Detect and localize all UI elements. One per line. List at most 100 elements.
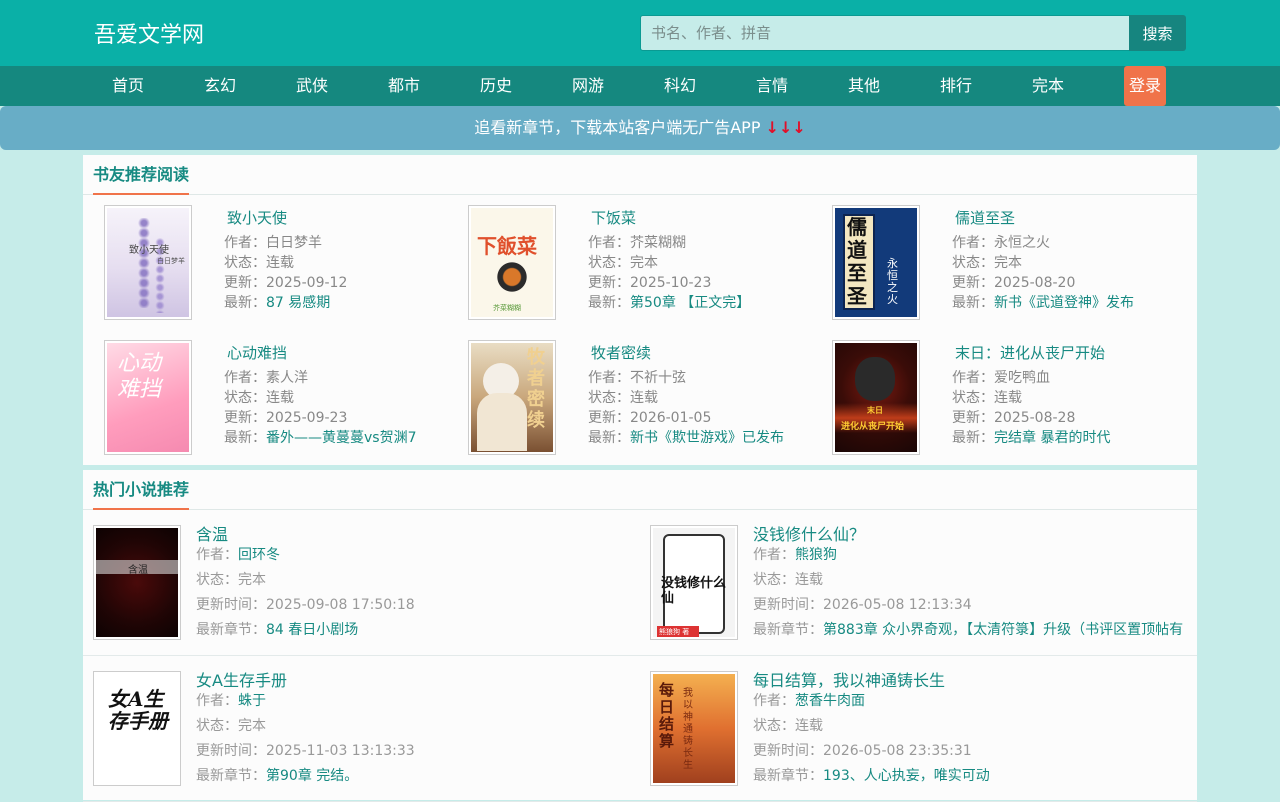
update-value: 2025-10-23 (630, 275, 712, 291)
book-author: 作者：芥菜糊糊 (588, 232, 686, 252)
nav-item-paihang[interactable]: 排行 (910, 66, 1002, 106)
author-link[interactable]: 熊狼狗 (795, 547, 837, 563)
hot-panel: 热门小说推荐 含温 含温 作者：回环冬 状态：完本 更新时间：2025-09-0… (83, 470, 1197, 802)
latest-chapter-link[interactable]: 第883章 众小界奇观，【太清符箓】升级（书评区置顶帖有 (823, 622, 1183, 638)
status-label: 状态： (753, 718, 795, 734)
book-updated: 更新：2026-01-05 (588, 407, 711, 427)
update-label: 更新时间： (196, 743, 266, 759)
book-title[interactable]: 心动难挡 (227, 342, 287, 363)
update-label: 更新时间： (196, 597, 266, 613)
nav-item-wanben[interactable]: 完本 (1002, 66, 1094, 106)
status-value: 完本 (994, 255, 1022, 271)
book-cover[interactable]: 没钱修什么仙 熊狼狗 著 (650, 525, 738, 640)
status-label: 状态： (224, 255, 266, 271)
latest-label: 最新章节： (753, 768, 823, 784)
book-title[interactable]: 牧者密续 (591, 342, 651, 363)
author-link[interactable]: 葱香牛肉面 (795, 693, 865, 709)
book-latest: 最新章节：第90章 完结。 (196, 765, 358, 785)
latest-label: 最新： (952, 295, 994, 311)
latest-chapter-link[interactable]: 新书《欺世游戏》已发布 (630, 430, 784, 446)
author-value: 永恒之火 (994, 235, 1050, 251)
latest-chapter-link[interactable]: 完结章 暴君的时代 (994, 430, 1110, 446)
latest-chapter-link[interactable]: 第50章 【正文完】 (630, 295, 750, 311)
search-button[interactable]: 搜索 (1129, 15, 1186, 51)
book-cover[interactable]: 末日 进化从丧尸开始 (832, 340, 920, 455)
book-title[interactable]: 儒道至圣 (955, 207, 1015, 228)
hot-panel-title: 热门小说推荐 (93, 470, 190, 510)
nav-item-xuanhuan[interactable]: 玄幻 (174, 66, 266, 106)
nav-item-dushi[interactable]: 都市 (358, 66, 450, 106)
book-title[interactable]: 含温 (196, 521, 228, 545)
book-cover[interactable]: 牧者密续 (468, 340, 556, 455)
site-logo[interactable]: 吾爱文学网 (94, 17, 204, 49)
latest-label: 最新章节： (753, 622, 823, 638)
author-link[interactable]: 蛛于 (238, 693, 266, 709)
nav-item-qita[interactable]: 其他 (818, 66, 910, 106)
author-label: 作者： (952, 235, 994, 251)
nav-item-wangyou[interactable]: 网游 (542, 66, 634, 106)
book-updated: 更新：2025-08-20 (952, 272, 1075, 292)
latest-chapter-link[interactable]: 第90章 完结。 (266, 768, 358, 784)
cover-title-text: 女A生存手册 (108, 687, 168, 733)
book-cover[interactable]: 心动难挡 (104, 340, 192, 455)
cover-title-text: 心动难挡 (117, 351, 162, 402)
latest-chapter-link[interactable]: 193、人心执妄，唯实可动 (823, 768, 990, 784)
author-value: 不祈十弦 (630, 370, 686, 386)
book-title[interactable]: 每日结算，我以神通铸长生 (753, 667, 945, 691)
cover-title-text: 牧者密续 (527, 347, 545, 431)
search-input[interactable] (640, 15, 1130, 51)
book-status: 状态：连载 (588, 387, 658, 407)
down-arrows-icon: ↓↓↓ (765, 118, 806, 137)
latest-chapter-link[interactable]: 新书《武道登神》发布 (994, 295, 1134, 311)
nav-item-home[interactable]: 首页 (82, 66, 174, 106)
book-cover[interactable]: 每日结算 我以神通铸长生 (650, 671, 738, 786)
book-title[interactable]: 末日：进化从丧尸开始 (955, 342, 1105, 363)
author-label: 作者： (952, 370, 994, 386)
nav-item-yanqing[interactable]: 言情 (726, 66, 818, 106)
hot-book-item: 每日结算 我以神通铸长生 每日结算，我以神通铸长生 作者：葱香牛肉面 状态：连载… (640, 656, 1197, 802)
book-status: 状态：连载 (753, 569, 823, 589)
book-title[interactable]: 没钱修什么仙？ (753, 521, 865, 545)
book-title[interactable]: 女A生存手册 (196, 667, 287, 691)
hot-book-item: 含温 含温 作者：回环冬 状态：完本 更新时间：2025-09-08 17:50… (83, 510, 640, 656)
nav-item-kehuan[interactable]: 科幻 (634, 66, 726, 106)
book-status: 状态：完本 (196, 715, 266, 735)
book-cover[interactable]: 下飯菜 芥菜糊糊 (468, 205, 556, 320)
book-updated: 更新时间：2026-05-08 12:13:34 (753, 594, 972, 614)
hot-panel-header: 热门小说推荐 (83, 470, 1197, 510)
latest-label: 最新： (588, 430, 630, 446)
book-cover[interactable]: 含温 (93, 525, 181, 640)
book-cover[interactable]: 致小天使 白日梦羊 (104, 205, 192, 320)
latest-chapter-link[interactable]: 84 春日小剧场 (266, 622, 358, 638)
status-value: 完本 (238, 718, 266, 734)
cover-title-text: 下飯菜 (477, 234, 537, 258)
author-link[interactable]: 回环冬 (238, 547, 280, 563)
nav-item-wuxia[interactable]: 武侠 (266, 66, 358, 106)
recommend-panel-header: 书友推荐阅读 (83, 155, 1197, 195)
book-status: 状态：完本 (196, 569, 266, 589)
book-cover[interactable]: 儒道至圣 永恒之火 (832, 205, 920, 320)
author-value: 白日梦羊 (266, 235, 322, 251)
book-title[interactable]: 致小天使 (227, 207, 287, 228)
book-title[interactable]: 下饭菜 (591, 207, 636, 228)
app-download-banner[interactable]: 追看新章节，下载本站客户端无广告APP ↓↓↓ (0, 106, 1280, 150)
author-value: 芥菜糊糊 (630, 235, 686, 251)
status-label: 状态： (588, 390, 630, 406)
book-latest: 最新章节：第883章 众小界奇观，【太清符箓】升级（书评区置顶帖有 (753, 619, 1183, 639)
banner-text: 追看新章节，下载本站客户端无广告APP (474, 118, 766, 137)
book-author: 作者：不祈十弦 (588, 367, 686, 387)
book-latest: 最新：新书《武道登神》发布 (952, 292, 1134, 312)
book-status: 状态：连载 (224, 252, 294, 272)
login-button[interactable]: 登录 (1124, 66, 1166, 106)
update-label: 更新： (224, 275, 266, 291)
update-value: 2025-09-12 (266, 275, 348, 291)
book-cover[interactable]: 女A生存手册 (93, 671, 181, 786)
book-status: 状态：连载 (952, 387, 1022, 407)
latest-chapter-link[interactable]: 番外——黄蔓蔓vs贺渊7 (266, 430, 417, 446)
book-updated: 更新时间：2026-05-08 23:35:31 (753, 740, 972, 760)
nav-item-lishi[interactable]: 历史 (450, 66, 542, 106)
author-value: 爱吃鸭血 (994, 370, 1050, 386)
cover-title-text: 没钱修什么仙 (661, 576, 727, 606)
recommend-card: 下飯菜 芥菜糊糊 下饭菜 作者：芥菜糊糊 状态：完本 更新：2025-10-23… (447, 195, 811, 320)
latest-chapter-link[interactable]: 87 易感期 (266, 295, 330, 311)
